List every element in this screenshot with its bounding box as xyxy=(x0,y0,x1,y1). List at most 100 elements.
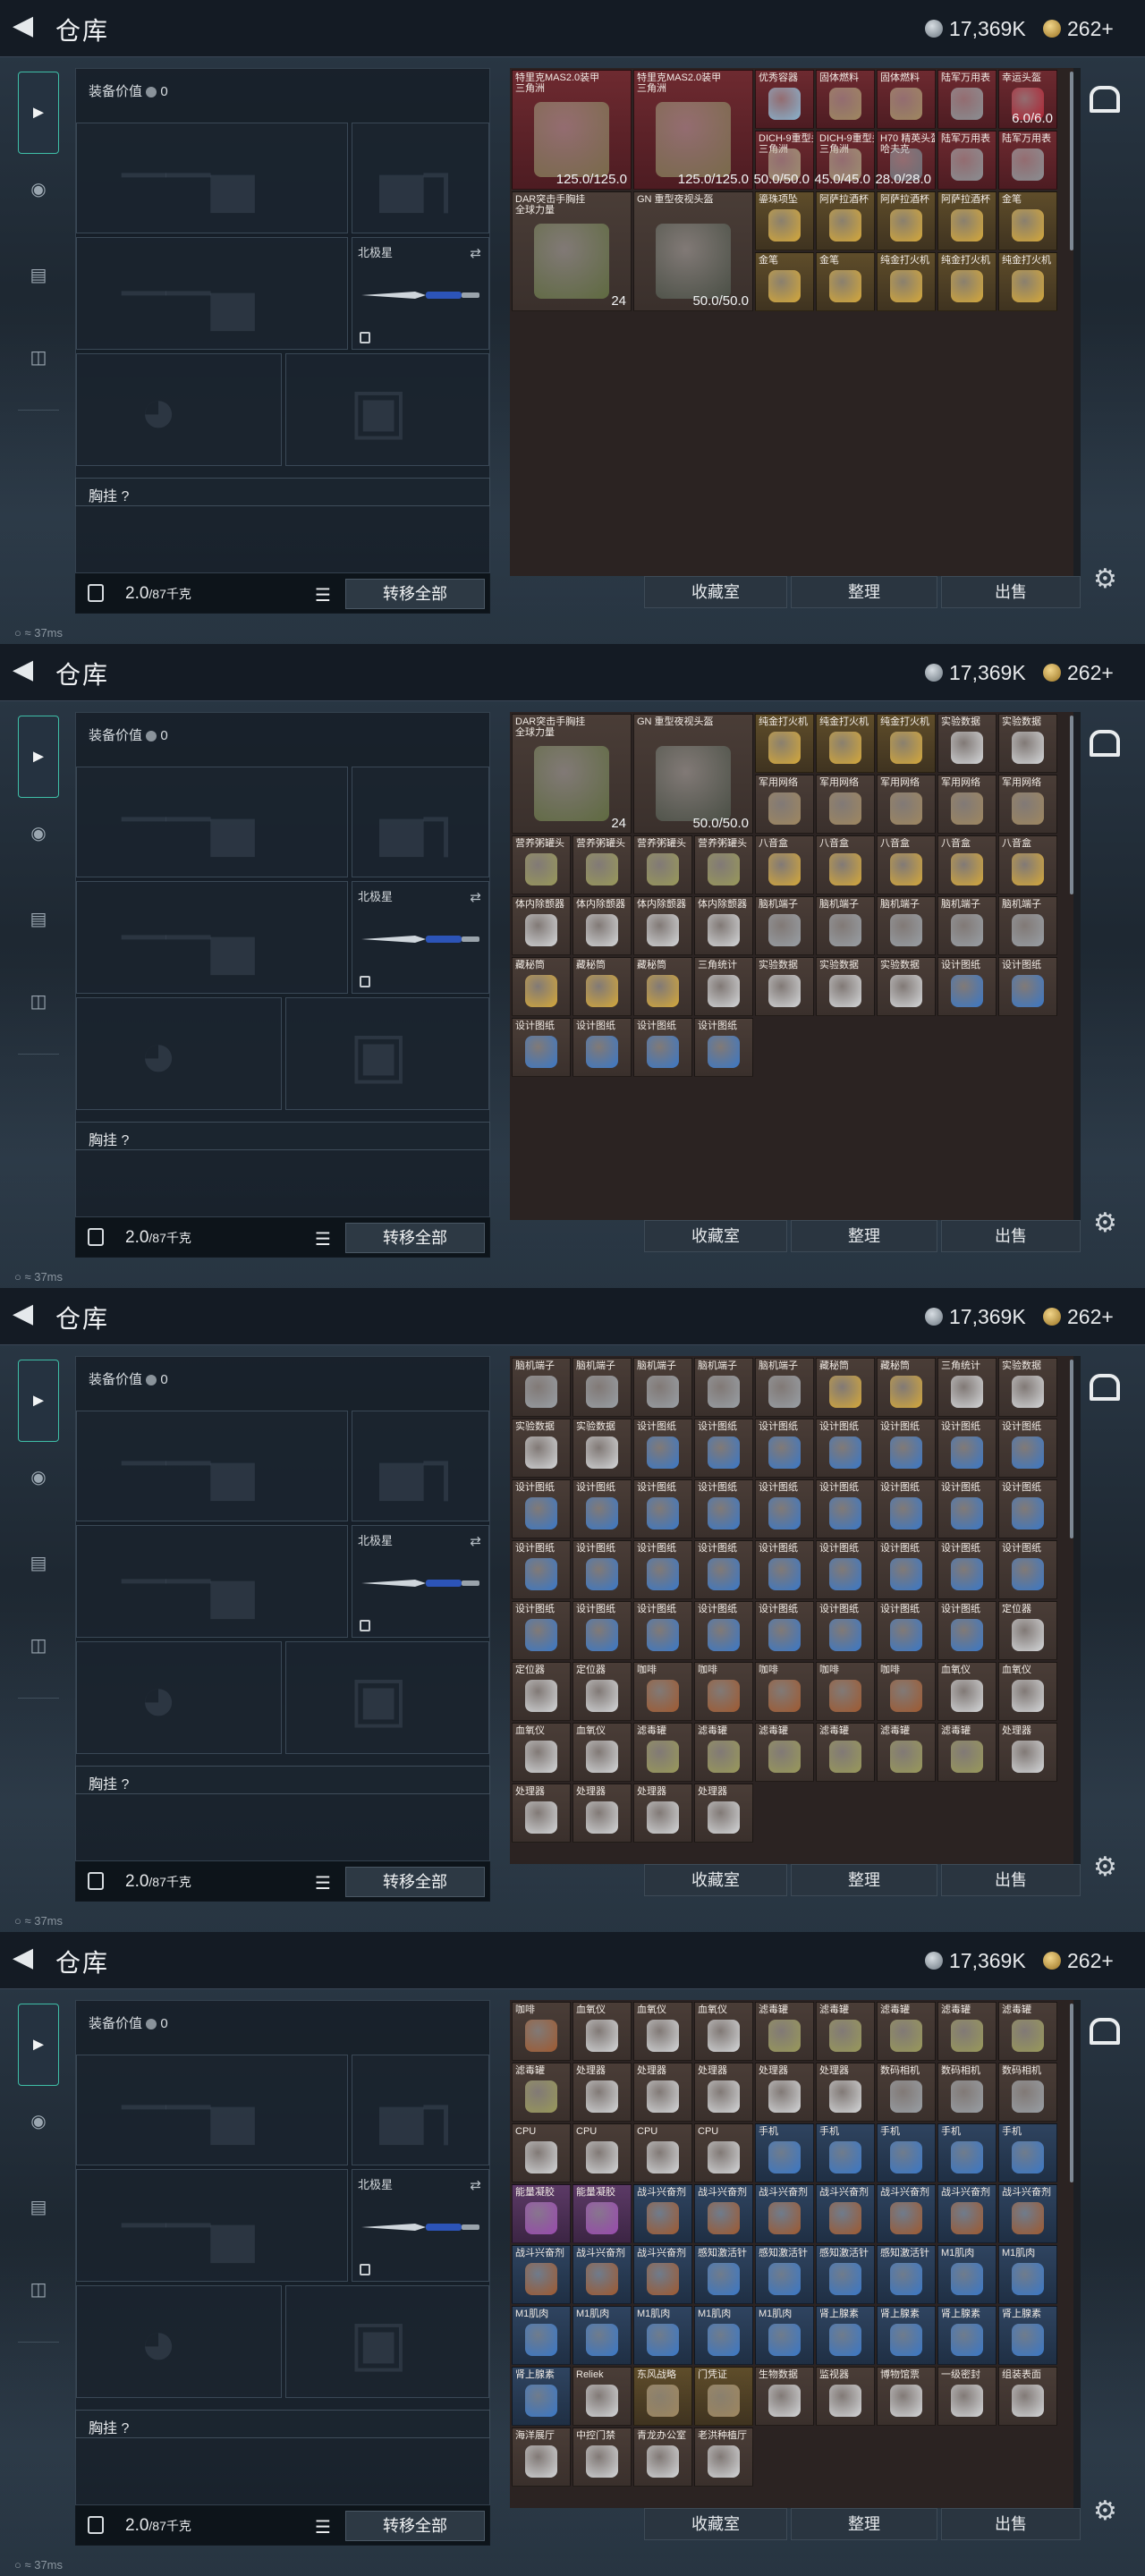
inventory-item[interactable]: 设计图纸 xyxy=(572,1479,632,1538)
inventory-item[interactable]: 东风战略 xyxy=(633,2367,692,2426)
inventory-item[interactable]: 战斗兴奋剂 xyxy=(694,2184,753,2243)
second-primary-slot[interactable]: ──▄ xyxy=(76,2169,348,2282)
inventory-item[interactable]: 陆军万用表 xyxy=(937,70,997,129)
inventory-item[interactable]: 战斗兴奋剂 xyxy=(633,2245,692,2304)
inventory-item[interactable]: 设计图纸 xyxy=(998,1540,1057,1599)
list-icon[interactable]: ☰ xyxy=(315,1872,331,1894)
inventory-item[interactable]: 设计图纸 xyxy=(755,1479,814,1538)
inventory-item[interactable]: 设计图纸 xyxy=(633,1601,692,1660)
inventory-item[interactable]: 设计图纸 xyxy=(998,1419,1057,1478)
inventory-item[interactable]: 处理器 xyxy=(512,1784,571,1843)
inventory-item[interactable]: 特里克MAS2.0装甲 三角洲 125.0/125.0 xyxy=(512,70,632,190)
list-icon[interactable]: ☰ xyxy=(315,584,331,606)
inventory-item[interactable]: 处理器 xyxy=(755,2063,814,2122)
inventory-item[interactable]: DAR突击手胸挂 全球力量 24 xyxy=(512,714,632,834)
inventory-item[interactable]: 生物数据 xyxy=(755,2367,814,2426)
inventory-item[interactable]: 固体燃料 xyxy=(877,70,936,129)
armor-slot[interactable]: ▣ xyxy=(285,997,489,1110)
melee-slot[interactable]: 北极星 ⇄ xyxy=(352,2169,489,2282)
inventory-item[interactable]: 设计图纸 xyxy=(755,1419,814,1478)
inventory-item[interactable]: 设计图纸 xyxy=(816,1540,875,1599)
inventory-item[interactable]: 处理器 xyxy=(633,1784,692,1843)
transfer-all-button[interactable]: 转移全部 xyxy=(345,1223,485,1253)
inventory-item[interactable]: 设计图纸 xyxy=(633,1419,692,1478)
inventory-item[interactable]: 老洪种植厅 xyxy=(694,2428,753,2487)
inventory-item[interactable]: 纯金打火机 xyxy=(755,714,814,773)
inventory-item[interactable]: 设计图纸 xyxy=(937,1419,997,1478)
gold-currency[interactable]: 262+ xyxy=(1043,660,1114,685)
inventory-item[interactable]: CPU xyxy=(694,2123,753,2182)
inventory-item[interactable]: 设计图纸 xyxy=(937,1479,997,1538)
gear-icon[interactable]: ⚙ xyxy=(1093,2496,1117,2527)
inventory-item[interactable]: 实验数据 xyxy=(998,714,1057,773)
inventory-item[interactable]: 藏秘筒 xyxy=(572,957,632,1016)
inventory-item[interactable]: 能量凝胶 xyxy=(572,2184,632,2243)
inventory-item[interactable]: 感知激活针 xyxy=(816,2245,875,2304)
inventory-item[interactable]: 设计图纸 xyxy=(816,1479,875,1538)
collection-room-button[interactable]: 收藏室 xyxy=(644,1220,787,1252)
tab-weapons[interactable]: ► xyxy=(18,716,59,798)
list-icon[interactable]: ☰ xyxy=(315,2516,331,2538)
inventory-item[interactable]: DICH-9重型头盔 三角洲45.0/45.0 xyxy=(814,131,875,190)
inventory-item[interactable]: 滤毒罐 xyxy=(998,2002,1057,2061)
inventory-item[interactable]: 肾上腺素 xyxy=(877,2306,936,2365)
sell-button[interactable]: 出售 xyxy=(941,1864,1081,1896)
helmet-slot[interactable]: ◕ xyxy=(76,353,282,466)
inventory-item[interactable]: 滤毒罐 xyxy=(755,1723,814,1782)
inventory-item[interactable]: 战斗兴奋剂 xyxy=(755,2184,814,2243)
inventory-item[interactable]: 设计图纸 xyxy=(998,1479,1057,1538)
inventory-item[interactable]: 数码相机 xyxy=(937,2063,997,2122)
vault-door-icon[interactable] xyxy=(1090,2018,1120,2045)
inventory-item[interactable]: 设计图纸 xyxy=(512,1601,571,1660)
inventory-item[interactable]: 手机 xyxy=(937,2123,997,2182)
inventory-item[interactable]: 处理器 xyxy=(633,2063,692,2122)
inventory-item[interactable]: 设计图纸 xyxy=(694,1018,753,1077)
inventory-item[interactable]: 营养粥罐头 xyxy=(633,835,692,894)
inventory-item[interactable]: 藏秘筒 xyxy=(633,957,692,1016)
swap-icon[interactable]: ⇄ xyxy=(470,2177,481,2193)
inventory-item[interactable]: 藏秘筒 xyxy=(877,1358,936,1417)
inventory-item[interactable]: 脑机端子 xyxy=(755,1358,814,1417)
inventory-item[interactable]: H70 精英头盔 哈夫克28.0/28.0 xyxy=(875,131,936,190)
inventory-item[interactable]: 战斗兴奋剂 xyxy=(937,2184,997,2243)
inventory-item[interactable]: 八音盒 xyxy=(755,835,814,894)
grid-scrollbar[interactable] xyxy=(1070,72,1073,250)
inventory-item[interactable]: Reliek xyxy=(572,2367,632,2426)
inventory-item[interactable]: 阿萨拉酒杯 xyxy=(877,191,936,250)
primary-weapon-slot[interactable]: ──▄ xyxy=(76,2055,348,2165)
inventory-item[interactable]: 滤毒罐 xyxy=(816,1723,875,1782)
inventory-item[interactable]: 藏秘筒 xyxy=(816,1358,875,1417)
inventory-item[interactable]: 咖啡 xyxy=(877,1662,936,1721)
inventory-item[interactable]: 设计图纸 xyxy=(694,1479,753,1538)
sell-button[interactable]: 出售 xyxy=(941,1220,1081,1252)
inventory-item[interactable]: 脑机端子 xyxy=(816,896,875,955)
chest-rig-slot[interactable]: 胸挂 ? xyxy=(75,478,490,506)
inventory-item[interactable]: 八音盒 xyxy=(998,835,1057,894)
inventory-item[interactable]: 滤毒罐 xyxy=(877,1723,936,1782)
inventory-item[interactable]: 战斗兴奋剂 xyxy=(998,2184,1057,2243)
list-icon[interactable]: ☰ xyxy=(315,1228,331,1250)
tab-weapons[interactable]: ► xyxy=(18,72,59,154)
inventory-item[interactable]: 处理器 xyxy=(694,1784,753,1843)
inventory-item[interactable]: 金笔 xyxy=(998,191,1057,250)
inventory-item[interactable]: 纯金打火机 xyxy=(877,714,936,773)
inventory-item[interactable]: 手机 xyxy=(755,2123,814,2182)
inventory-item[interactable]: 设计图纸 xyxy=(755,1540,814,1599)
transfer-all-button[interactable]: 转移全部 xyxy=(345,2511,485,2541)
vault-door-icon[interactable] xyxy=(1090,86,1120,113)
back-arrow-icon[interactable]: ◀ xyxy=(13,657,41,685)
inventory-item[interactable]: 咖啡 xyxy=(633,1662,692,1721)
inventory-item[interactable]: 军用网络 xyxy=(998,775,1057,834)
inventory-item[interactable]: 设计图纸 xyxy=(877,1540,936,1599)
inventory-item[interactable]: M1肌肉 xyxy=(937,2245,997,2304)
inventory-item[interactable]: 体内除颤器 xyxy=(572,896,632,955)
inventory-item[interactable]: 滤毒罐 xyxy=(633,1723,692,1782)
inventory-item[interactable]: 体内除颤器 xyxy=(512,896,571,955)
inventory-item[interactable]: 滤毒罐 xyxy=(755,2002,814,2061)
inventory-item[interactable]: 处理器 xyxy=(816,2063,875,2122)
inventory-item[interactable]: 设计图纸 xyxy=(512,1540,571,1599)
inventory-item[interactable]: 军用网络 xyxy=(816,775,875,834)
gold-currency[interactable]: 262+ xyxy=(1043,1304,1114,1329)
tab-bags[interactable]: ◫ xyxy=(18,336,59,377)
inventory-item[interactable]: 战斗兴奋剂 xyxy=(816,2184,875,2243)
